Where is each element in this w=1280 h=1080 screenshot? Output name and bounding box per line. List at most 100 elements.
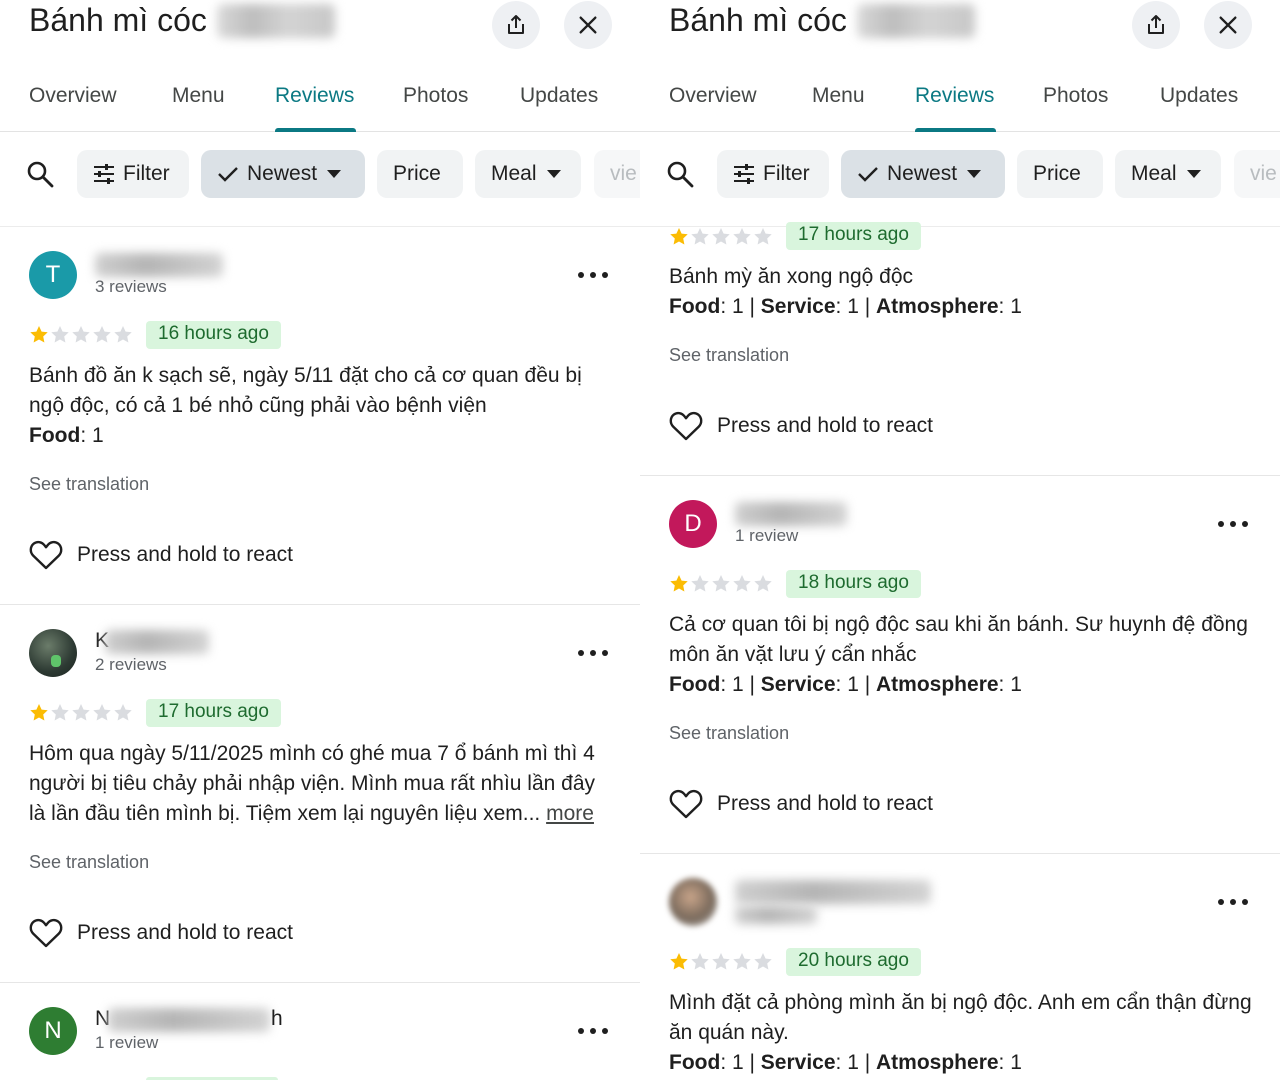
tab-updates[interactable]: Updates [520, 84, 598, 108]
review-card: 20 hours ago Mình đặt cả phòng mình ăn b… [640, 854, 1280, 1080]
review-card: D 1 review 18 hours ago Cả cơ quan tôi b… [640, 476, 1280, 854]
blurred-reviewer-name[interactable] [735, 502, 847, 526]
heart-icon [669, 789, 703, 819]
star-empty-icon [51, 704, 69, 721]
blurred-reviewer-name[interactable] [108, 1008, 270, 1032]
place-header: Bánh mì cóc [640, 0, 1280, 56]
tab-overview[interactable]: Overview [29, 84, 117, 108]
blurred-reviewer-name[interactable] [735, 880, 931, 904]
meal-chip[interactable]: Meal [1115, 150, 1221, 198]
react-button[interactable]: Press and hold to react [29, 918, 293, 948]
see-translation-link[interactable]: See translation [29, 852, 149, 873]
more-options-icon[interactable] [578, 269, 608, 281]
avatar[interactable]: D [669, 500, 717, 548]
share-icon [1148, 15, 1164, 34]
react-label: Press and hold to react [77, 921, 293, 944]
react-label: Press and hold to react [717, 414, 933, 437]
tab-menu[interactable]: Menu [172, 84, 225, 108]
sort-newest-chip[interactable]: Newest [841, 150, 1005, 198]
truncated-chip[interactable]: vie [1234, 150, 1280, 198]
reviewer-meta: 1 review [735, 526, 799, 545]
tab-reviews[interactable]: Reviews [915, 84, 994, 108]
tab-menu[interactable]: Menu [812, 84, 865, 108]
review-text: Hôm qua ngày 5/11/2025 mình có ghé mua 7… [29, 742, 596, 825]
star-empty-icon [733, 575, 751, 592]
close-icon [579, 16, 597, 34]
tab-photos[interactable]: Photos [403, 84, 468, 108]
star-empty-icon [691, 953, 709, 970]
heart-icon [29, 918, 63, 948]
tab-updates[interactable]: Updates [1160, 84, 1238, 108]
tab-overview[interactable]: Overview [669, 84, 757, 108]
react-label: Press and hold to react [77, 543, 293, 566]
heart-icon [669, 411, 703, 441]
close-button[interactable] [1204, 1, 1252, 49]
review-text: Bánh mỳ ăn xong ngộ độc [669, 265, 914, 288]
filter-chips: Filter Newest Price Meal vie [0, 132, 640, 227]
react-button[interactable]: Press and hold to react [669, 789, 933, 819]
avatar[interactable]: T [29, 251, 77, 299]
price-chip[interactable]: Price [377, 150, 463, 198]
react-button[interactable]: Press and hold to react [29, 540, 293, 570]
review-text: Bánh đồ ăn k sạch sẽ, ngày 5/11 đặt cho … [29, 364, 582, 417]
place-title: Bánh mì cóc [669, 2, 975, 39]
check-icon [218, 167, 238, 182]
share-button[interactable] [492, 1, 540, 49]
avatar[interactable]: N [29, 1007, 77, 1055]
price-chip[interactable]: Price [1017, 150, 1103, 198]
close-button[interactable] [564, 1, 612, 49]
star-empty-icon [72, 326, 90, 343]
star-empty-icon [114, 326, 132, 343]
see-translation-link[interactable]: See translation [669, 345, 789, 366]
avatar[interactable] [669, 878, 717, 926]
search-icon[interactable] [26, 160, 54, 188]
blurred-reviewer-meta [735, 906, 817, 924]
star-empty-icon [754, 228, 772, 245]
meal-chip[interactable]: Meal [475, 150, 581, 198]
review-text: Mình đặt cả phòng mình ăn bị ngộ độc. An… [669, 991, 1252, 1044]
star-empty-icon [114, 704, 132, 721]
place-name: Bánh mì cóc [669, 2, 847, 38]
review-card: N N h 1 review [0, 983, 640, 1080]
review-card: K 2 reviews 17 hours ago Hôm qua ngày 5/… [0, 605, 640, 983]
avatar[interactable] [29, 629, 77, 677]
star-filled-icon [670, 575, 688, 592]
star-rating [669, 574, 773, 593]
filter-label: Filter [763, 162, 810, 185]
filter-chip[interactable]: Filter [717, 150, 829, 198]
star-rating [669, 952, 773, 971]
more-options-icon[interactable] [578, 1025, 608, 1037]
tune-icon [734, 164, 754, 184]
star-empty-icon [93, 326, 111, 343]
review-time-badge: 20 hours ago [786, 948, 921, 976]
filter-chips: Filter Newest Price Meal vie [640, 132, 1280, 227]
price-label: Price [393, 162, 441, 185]
star-empty-icon [712, 575, 730, 592]
see-translation-link[interactable]: See translation [669, 723, 789, 744]
more-options-icon[interactable] [1218, 518, 1248, 530]
star-empty-icon [712, 228, 730, 245]
react-button[interactable]: Press and hold to react [669, 411, 933, 441]
more-options-icon[interactable] [1218, 896, 1248, 908]
ratings-line: Food: 1 [29, 424, 104, 447]
meal-label: Meal [1131, 162, 1177, 185]
blurred-reviewer-name[interactable] [95, 253, 223, 277]
caret-down-icon [327, 170, 342, 178]
share-button[interactable] [1132, 1, 1180, 49]
blurred-name-part [856, 3, 975, 38]
review-time-badge: 17 hours ago [786, 222, 921, 250]
more-link[interactable]: more [546, 802, 594, 825]
blurred-reviewer-name[interactable] [105, 630, 209, 654]
review-time-badge: 18 hours ago [786, 570, 921, 598]
tab-photos[interactable]: Photos [1043, 84, 1108, 108]
see-translation-link[interactable]: See translation [29, 474, 149, 495]
star-empty-icon [72, 704, 90, 721]
filter-chip[interactable]: Filter [77, 150, 189, 198]
caret-down-icon [1186, 170, 1201, 178]
sort-newest-chip[interactable]: Newest [201, 150, 365, 198]
truncated-chip[interactable]: vie [594, 150, 640, 198]
more-options-icon[interactable] [578, 647, 608, 659]
tab-reviews[interactable]: Reviews [275, 84, 354, 108]
place-header: Bánh mì cóc [0, 0, 640, 56]
search-icon[interactable] [666, 160, 694, 188]
